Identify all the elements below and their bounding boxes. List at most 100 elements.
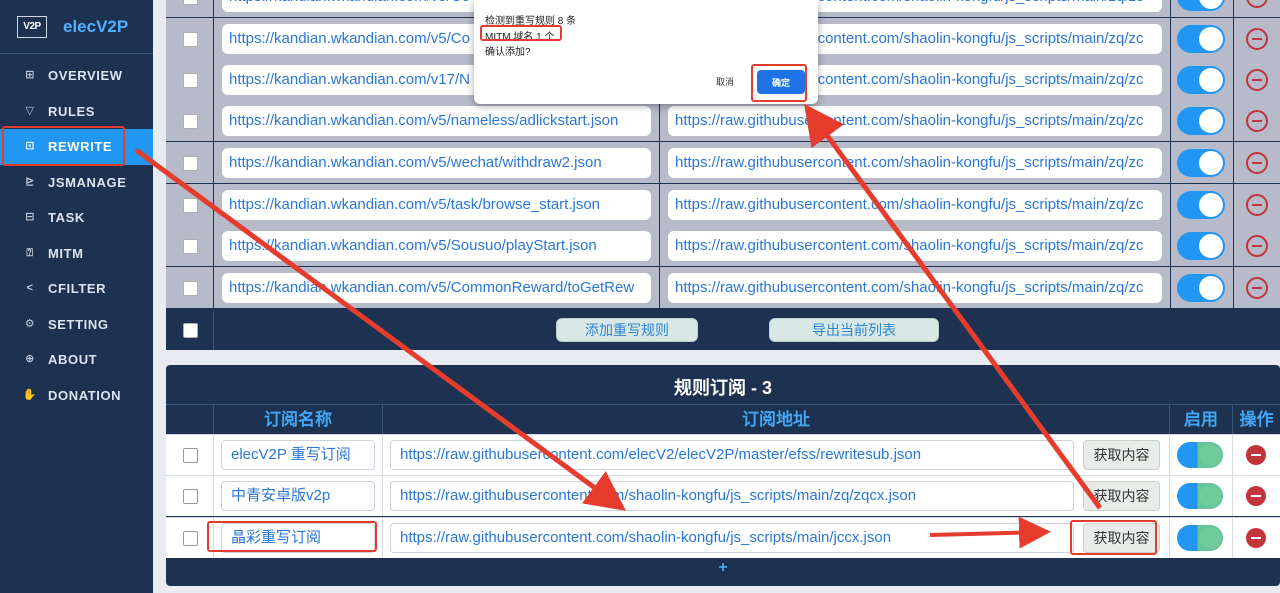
toggle-knob xyxy=(1199,527,1221,549)
row-checkbox[interactable] xyxy=(183,198,198,213)
enable-toggle[interactable] xyxy=(1177,191,1225,219)
toggle-knob xyxy=(1199,68,1223,92)
match-url-input[interactable]: https://kandian.wkandian.com/v5/Sousuo/p… xyxy=(222,231,651,261)
delete-icon[interactable] xyxy=(1246,110,1268,132)
column-divider xyxy=(213,142,214,183)
column-header-url: 订阅地址 xyxy=(742,410,810,429)
match-url-input[interactable]: https://kandian.wkandian.com/v5/CommonRe… xyxy=(222,273,651,303)
delete-icon[interactable] xyxy=(1246,69,1268,91)
nav-label: TASK xyxy=(48,210,85,226)
row-checkbox[interactable] xyxy=(183,489,198,504)
nav-item-rules[interactable]: ▽ RULES xyxy=(0,94,153,130)
fetch-content-button[interactable]: 获取内容 xyxy=(1083,523,1160,553)
column-divider xyxy=(213,0,214,17)
add-rewrite-rule-button[interactable]: 添加重写规则 xyxy=(556,318,698,342)
sidebar: V2P elecV2P ⊞ OVERVIEW ▽ RULES ⊡ REWRITE ⊵ J… xyxy=(0,0,153,593)
delete-icon[interactable] xyxy=(1246,486,1266,506)
enable-toggle[interactable] xyxy=(1177,149,1225,177)
table-row: https://kandian.wkandian.com/v5/task/bro… xyxy=(166,184,1280,226)
subscription-name-input[interactable]: 中青安卓版v2p xyxy=(221,481,375,511)
nav-label: RULES xyxy=(48,103,96,119)
enable-toggle[interactable] xyxy=(1177,232,1225,260)
target-url-input[interactable]: https://raw.githubusercontent.com/shaoli… xyxy=(668,106,1162,136)
select-all-checkbox[interactable] xyxy=(183,323,198,338)
delete-icon[interactable] xyxy=(1246,28,1268,50)
column-divider xyxy=(213,225,214,266)
nav-item-donation[interactable]: ✋ DONATION xyxy=(0,378,153,414)
column-divider xyxy=(213,18,214,59)
row-checkbox[interactable] xyxy=(183,73,198,88)
fetch-content-button[interactable]: 获取内容 xyxy=(1083,440,1160,470)
nav-item-about[interactable]: ⊕ ABOUT xyxy=(0,342,153,378)
row-checkbox[interactable] xyxy=(183,281,198,296)
brand[interactable]: V2P elecV2P xyxy=(0,0,153,54)
delete-icon[interactable] xyxy=(1246,277,1268,299)
delete-icon[interactable] xyxy=(1246,445,1266,465)
match-url-input[interactable]: https://kandian.wkandian.com/v5/nameless… xyxy=(222,106,651,136)
enable-toggle[interactable] xyxy=(1177,66,1225,94)
table-row: elecV2P 重写订阅 https://raw.githubuserconte… xyxy=(166,434,1280,475)
column-divider xyxy=(1233,184,1234,225)
nav-item-task[interactable]: ⊟ TASK xyxy=(0,200,153,236)
nav-item-cfilter[interactable]: < CFILTER xyxy=(0,271,153,307)
column-header-enable: 启用 xyxy=(1184,410,1218,429)
column-divider xyxy=(1170,59,1171,100)
enable-toggle[interactable] xyxy=(1177,0,1225,11)
globe-icon: ⊕ xyxy=(25,353,35,366)
hand-icon: ✋ xyxy=(22,388,38,401)
enable-toggle[interactable] xyxy=(1177,107,1225,135)
enable-toggle[interactable] xyxy=(1177,25,1225,53)
row-checkbox[interactable] xyxy=(183,448,198,463)
enable-toggle[interactable] xyxy=(1177,442,1223,468)
subscription-name-input[interactable]: 晶彩重写订阅 xyxy=(221,523,375,553)
column-divider xyxy=(1170,18,1171,59)
terminal-icon: ⊵ xyxy=(25,175,35,188)
row-checkbox[interactable] xyxy=(183,114,198,129)
delete-icon[interactable] xyxy=(1246,194,1268,216)
delete-icon[interactable] xyxy=(1246,0,1268,8)
subscription-name-input[interactable]: elecV2P 重写订阅 xyxy=(221,440,375,470)
fetch-content-button[interactable]: 获取内容 xyxy=(1083,481,1160,511)
column-divider xyxy=(1233,59,1234,100)
rewrite-footer: 添加重写规则 导出当前列表 xyxy=(166,311,1280,350)
row-checkbox[interactable] xyxy=(183,0,198,5)
row-checkbox[interactable] xyxy=(183,531,198,546)
column-divider xyxy=(1233,267,1234,308)
subscription-url-input[interactable]: https://raw.githubusercontent.com/elecV2… xyxy=(390,440,1074,470)
column-divider xyxy=(1170,142,1171,183)
dialog-message-confirm: 确认添加? xyxy=(485,47,531,58)
nav-item-overview[interactable]: ⊞ OVERVIEW xyxy=(0,58,153,94)
enable-toggle[interactable] xyxy=(1177,274,1225,302)
enable-toggle[interactable] xyxy=(1177,483,1223,509)
target-url-input[interactable]: https://raw.githubusercontent.com/shaoli… xyxy=(668,273,1162,303)
column-divider xyxy=(382,518,383,558)
target-url-input[interactable]: https://raw.githubusercontent.com/shaoli… xyxy=(668,190,1162,220)
nav-label: OVERVIEW xyxy=(48,68,123,84)
row-checkbox[interactable] xyxy=(183,32,198,47)
delete-icon[interactable] xyxy=(1246,235,1268,257)
nav-item-setting[interactable]: ⚙ SETTING xyxy=(0,307,153,343)
toggle-knob xyxy=(1199,193,1223,217)
row-checkbox[interactable] xyxy=(183,156,198,171)
target-url-input[interactable]: https://raw.githubusercontent.com/shaoli… xyxy=(668,148,1162,178)
subscription-url-input[interactable]: https://raw.githubusercontent.com/shaoli… xyxy=(390,481,1074,511)
nav-item-rewrite[interactable]: ⊡ REWRITE xyxy=(0,129,153,165)
nav-item-mitm[interactable]: ⍰ MITM xyxy=(0,236,153,272)
column-divider xyxy=(1233,0,1234,17)
add-subscription-button[interactable]: + xyxy=(166,559,1280,581)
target-url-input[interactable]: https://raw.githubusercontent.com/shaoli… xyxy=(668,231,1162,261)
row-checkbox[interactable] xyxy=(183,239,198,254)
column-divider xyxy=(1232,518,1233,558)
dialog-ok-button[interactable]: 确定 xyxy=(757,70,805,94)
match-url-input[interactable]: https://kandian.wkandian.com/v5/task/bro… xyxy=(222,190,651,220)
subscription-url-input[interactable]: https://raw.githubusercontent.com/shaoli… xyxy=(390,523,1074,553)
column-divider xyxy=(1233,18,1234,59)
enable-toggle[interactable] xyxy=(1177,525,1223,551)
export-list-button[interactable]: 导出当前列表 xyxy=(769,318,939,342)
column-divider xyxy=(1170,267,1171,308)
delete-icon[interactable] xyxy=(1246,152,1268,174)
match-url-input[interactable]: https://kandian.wkandian.com/v5/wechat/w… xyxy=(222,148,651,178)
dialog-cancel-button[interactable]: 取消 xyxy=(704,70,746,92)
nav-item-jsmanage[interactable]: ⊵ JSMANAGE xyxy=(0,165,153,201)
delete-icon[interactable] xyxy=(1246,528,1266,548)
